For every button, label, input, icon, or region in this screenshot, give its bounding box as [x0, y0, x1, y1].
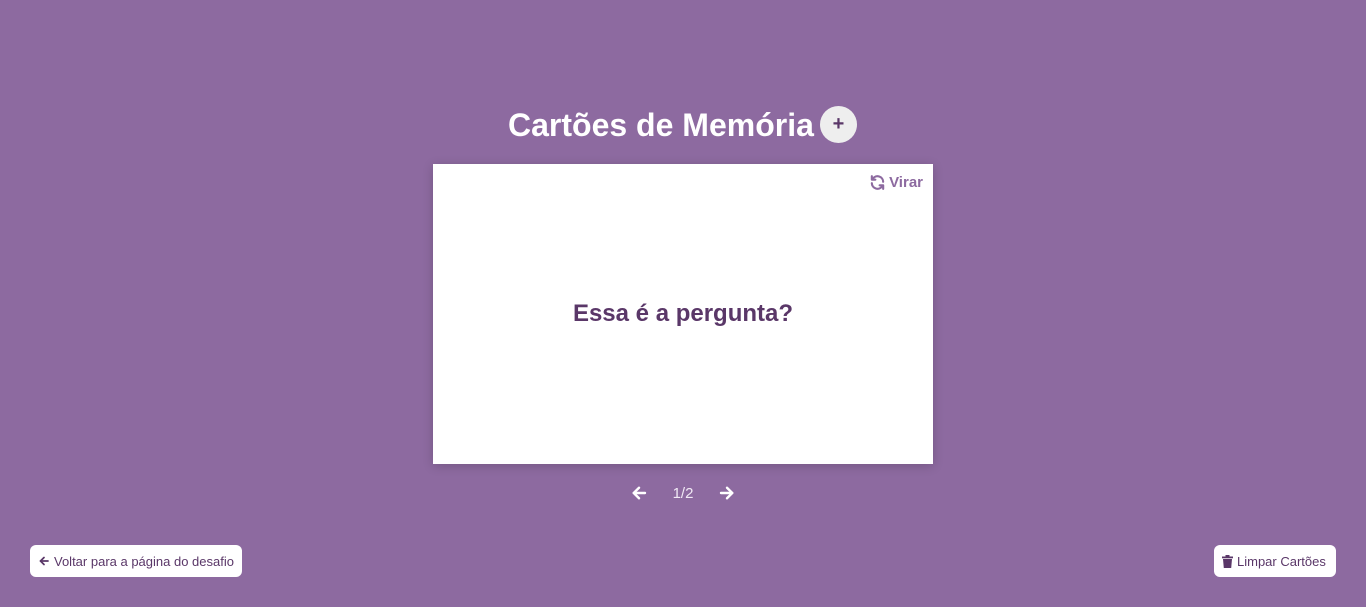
clear-label: Limpar Cartões	[1237, 553, 1326, 569]
clear-cards-button[interactable]: Limpar Cartões	[1214, 545, 1336, 577]
page-title: Cartões de Memória	[508, 107, 814, 143]
arrow-left-icon	[38, 555, 50, 567]
card-question: Essa é a pergunta?	[572, 300, 794, 327]
next-card-button[interactable]	[715, 482, 739, 506]
flashcard[interactable]: Virar Essa é a pergunta?	[433, 164, 933, 464]
previous-card-button[interactable]	[627, 482, 651, 506]
plus-icon: +	[832, 113, 845, 135]
back-label: Voltar para a página do desafio	[54, 553, 234, 569]
trash-icon	[1222, 554, 1233, 568]
arrow-left-icon	[630, 484, 648, 505]
flashcards-app: Cartões de Memória + Virar Essa é a perg…	[0, 0, 1366, 607]
back-to-challenge-button[interactable]: Voltar para a página do desafio	[30, 545, 242, 577]
header: Cartões de Memória +	[0, 103, 1366, 147]
arrow-right-icon	[718, 484, 736, 505]
add-card-button[interactable]: +	[820, 106, 857, 143]
card-navigation: 1/2	[0, 482, 1366, 506]
card-counter: 1/2	[672, 485, 694, 502]
